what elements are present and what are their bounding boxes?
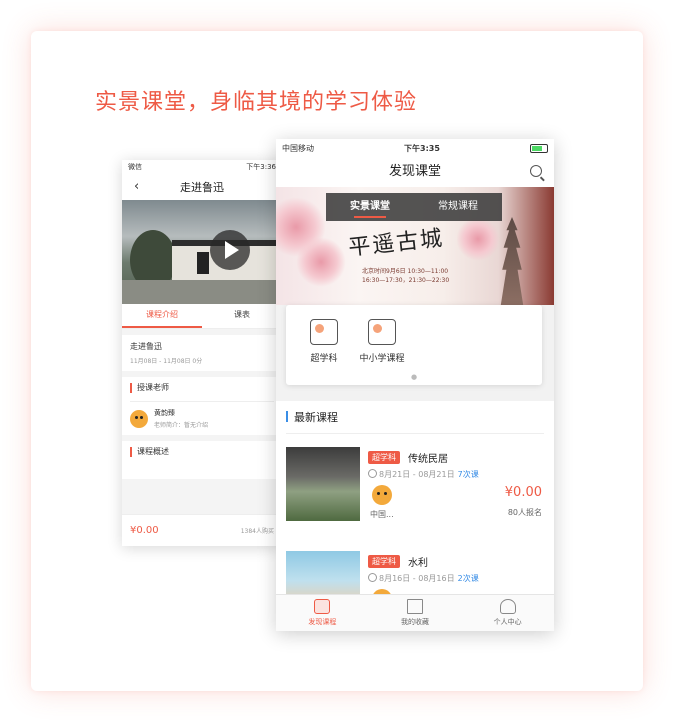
course-date: 8月21日 - 08月21日	[379, 470, 455, 479]
nav-bar: ‹ 走进鲁迅	[122, 174, 282, 200]
overview-section: 课程概述	[122, 441, 282, 479]
course-school: 中国...	[370, 510, 394, 519]
pagoda-shape	[500, 217, 524, 305]
tab-discover-course[interactable]: 发现课程	[276, 595, 369, 631]
teacher-avatar	[130, 409, 148, 428]
segment-regular-course[interactable]: 常规课程	[414, 193, 502, 221]
banner-info-line1: 北京时间9月6日 10:30—11:00	[362, 268, 449, 275]
course-title: 水利	[408, 558, 428, 569]
detail-tabs: 课程介绍 课表	[122, 304, 282, 329]
tab-label: 个人中心	[493, 618, 522, 626]
bottom-tab-bar: 发现课程 我的收藏 个人中心	[276, 594, 554, 631]
tab-schedule[interactable]: 课表	[202, 304, 282, 328]
course-name: 走进鲁迅	[130, 342, 162, 351]
banner-calligraphy: 平遥古城	[347, 226, 446, 261]
play-icon[interactable]	[210, 230, 250, 270]
course-tag: 超学科	[368, 555, 400, 568]
building-door	[197, 252, 209, 274]
carrier-label: 中国移动	[282, 143, 314, 153]
play-card-icon	[314, 599, 331, 614]
teacher-name: 黄韵臻	[154, 409, 175, 417]
tab-profile[interactable]: 个人中心	[461, 595, 554, 631]
clock-icon	[368, 469, 377, 478]
course-date: 8月16日 - 08月16日	[379, 574, 455, 583]
battery-icon	[530, 143, 548, 153]
segment-live-class[interactable]: 实景课堂	[326, 193, 414, 221]
buyer-count: 1384人购买	[240, 528, 274, 535]
teacher-intro: 老师简介：暂无介绍	[154, 422, 209, 429]
course-session-count: 7次课	[457, 470, 479, 479]
course-title: 传统民居	[408, 454, 448, 465]
clock-icon	[368, 573, 377, 582]
head-bulb-icon	[310, 319, 338, 345]
course-item[interactable]: 超学科 传统民居 8月21日 - 08月21日 7次课 中国... ¥0.00 8…	[286, 447, 544, 529]
tab-course-intro[interactable]: 课程介绍	[122, 304, 202, 328]
status-time: 下午3:35	[404, 143, 440, 153]
banner[interactable]: 平遥古城 北京时间9月6日 10:30—11:00 16:30—17:30，21…	[276, 187, 554, 305]
teacher-section-header: 授课老师	[130, 383, 274, 393]
banner-info: 北京时间9月6日 10:30—11:00 16:30—17:30，21:30—2…	[362, 267, 449, 285]
teacher-row[interactable]: 黄韵臻 老师简介：暂无介绍	[130, 401, 274, 429]
segment-control: 实景课堂 常规课程	[326, 193, 502, 221]
course-date-row: 8月21日 - 08月21日 7次课	[368, 469, 479, 480]
latest-courses-section: 最新课程 超学科 传统民居 8月21日 - 08月21日 7次课 中国... ¥0…	[276, 401, 554, 625]
books-icon	[368, 319, 396, 345]
carrier-label: 微信	[128, 163, 142, 171]
course-date: 11月08日 - 11月08日 0分	[130, 358, 203, 365]
person-icon	[499, 599, 516, 614]
school-avatar	[372, 485, 392, 505]
overview-section-header: 课程概述	[130, 447, 274, 457]
course-thumbnail	[286, 447, 360, 521]
banner-info-line2: 16:30—17:30，21:30—22:30	[362, 277, 450, 284]
status-bar: 中国移动 下午3:35	[276, 139, 554, 157]
video-player[interactable]	[122, 200, 282, 304]
tab-label: 我的收藏	[401, 618, 429, 626]
purchase-footer: ¥0.00 1384人购买	[122, 514, 282, 546]
course-date-row: 8月16日 - 08月16日 2次课	[368, 573, 479, 584]
course-price: ¥0.00	[504, 485, 542, 500]
category-k12[interactable]: 中小学课程	[352, 319, 412, 364]
left-phone-screen: 微信 下午3:36 ‹ 走进鲁迅 课程介绍 课表 走进鲁迅 11月08日 - 1…	[122, 160, 282, 546]
book-icon	[407, 599, 423, 614]
page-headline: 实景课堂，身临其境的学习体验	[95, 90, 418, 115]
category-interdisciplinary[interactable]: 超学科	[294, 319, 354, 364]
nav-title: 发现课堂	[388, 164, 441, 179]
course-info-section: 走进鲁迅 11月08日 - 11月08日 0分	[122, 335, 282, 371]
nav-bar: 发现课堂	[276, 157, 554, 187]
blossom-shape	[296, 237, 346, 287]
course-price: ¥0.00	[130, 525, 159, 536]
latest-courses-header: 最新课程	[286, 409, 544, 434]
category-card: 超学科 中小学课程 ●	[286, 305, 542, 385]
tab-label: 发现课程	[308, 618, 337, 626]
page-indicator: ●	[410, 373, 418, 381]
right-phone-screen: 中国移动 下午3:35 发现课堂 平遥古城 北京时间9月6日 10:30—11:…	[276, 139, 554, 631]
tab-favorites[interactable]: 我的收藏	[369, 595, 462, 631]
nav-title: 走进鲁迅	[180, 181, 224, 194]
status-time: 下午3:36	[246, 163, 276, 171]
course-enroll-count: 80人报名	[507, 508, 542, 517]
back-arrow-icon[interactable]: ‹	[134, 179, 139, 194]
search-icon[interactable]	[530, 165, 542, 177]
teacher-section: 授课老师 黄韵臻 老师简介：暂无介绍	[122, 377, 282, 435]
blossom-shape	[456, 217, 500, 261]
category-label: 中小学课程	[359, 354, 405, 364]
course-session-count: 2次课	[457, 574, 479, 583]
ground-area	[122, 280, 282, 304]
status-bar: 微信 下午3:36	[122, 160, 282, 174]
category-label: 超学科	[310, 354, 338, 364]
course-tag: 超学科	[368, 451, 400, 464]
